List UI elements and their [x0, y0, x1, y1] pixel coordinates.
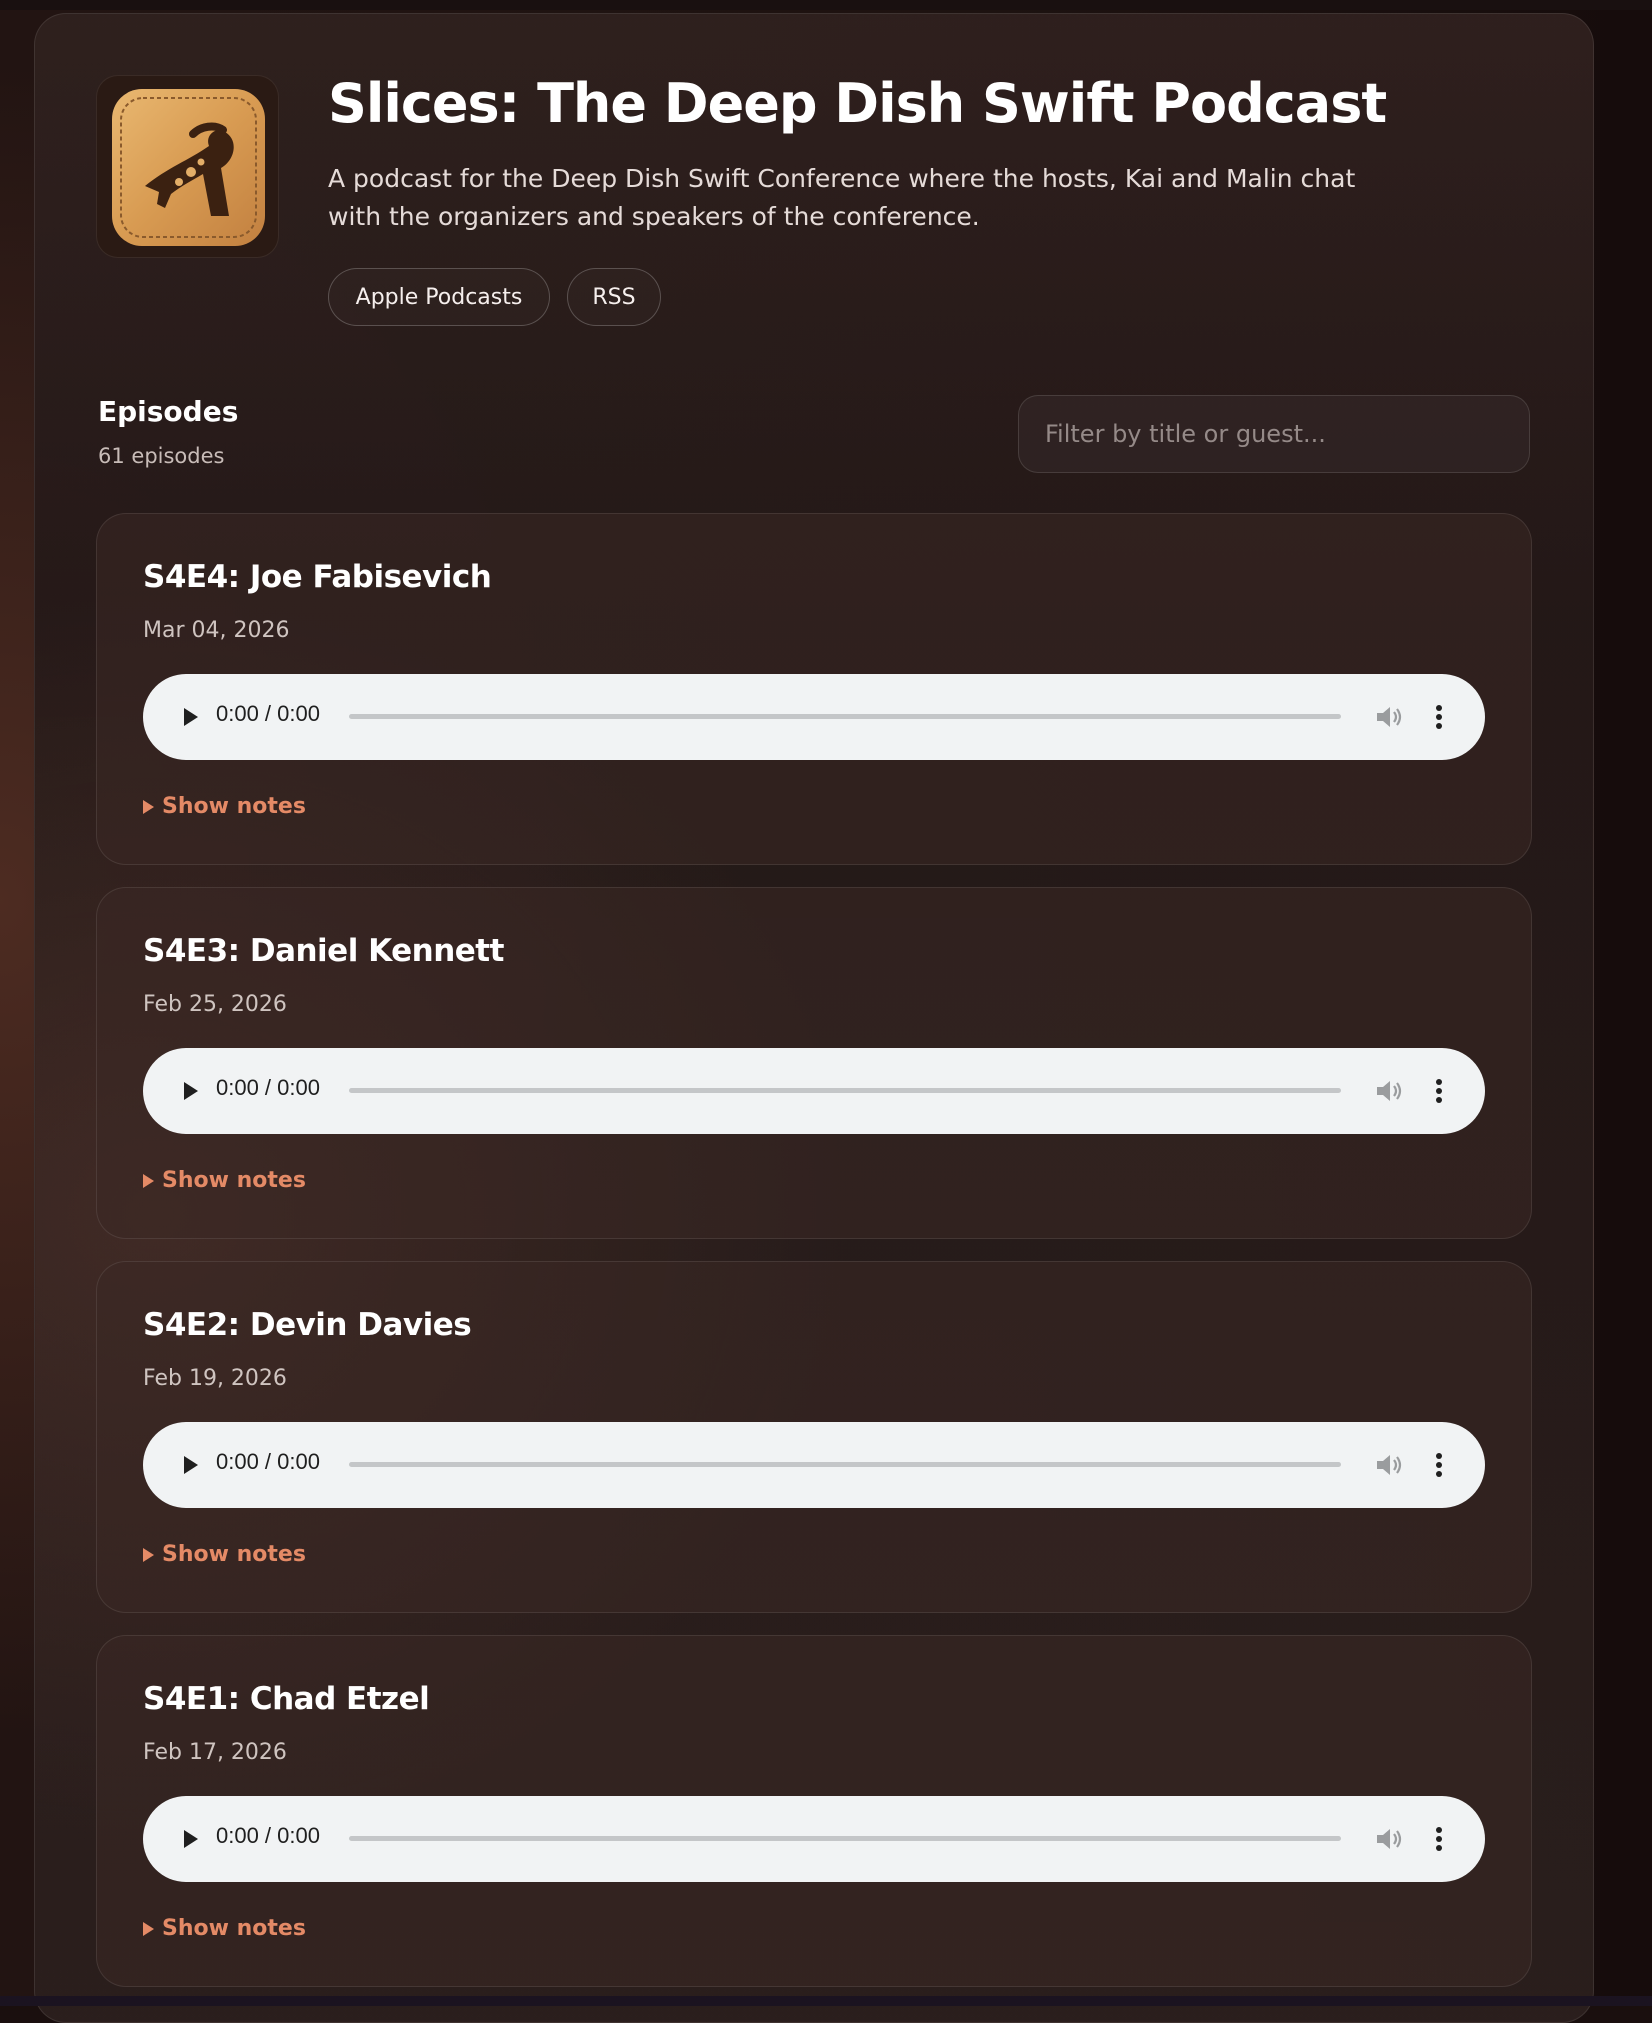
audio-player: 0:00 / 0:00	[143, 1422, 1485, 1508]
show-notes-label: Show notes	[162, 1168, 306, 1193]
episode-card: S4E4: Joe Fabisevich Mar 04, 2026 0:00 /…	[96, 513, 1532, 865]
audio-player: 0:00 / 0:00	[143, 1796, 1485, 1882]
episode-date: Feb 19, 2026	[143, 1366, 287, 1391]
more-options-button[interactable]	[1419, 1071, 1459, 1111]
volume-button[interactable]	[1369, 1445, 1409, 1485]
top-edge	[0, 0, 1652, 10]
episodes-heading: Episodes	[98, 395, 239, 428]
episodes-count: 61 episodes	[98, 444, 225, 468]
more-vertical-icon	[1436, 1079, 1442, 1103]
more-options-button[interactable]	[1419, 1445, 1459, 1485]
show-notes-toggle[interactable]: Show notes	[143, 1168, 306, 1193]
podcast-description: A podcast for the Deep Dish Swift Confer…	[328, 164, 1356, 231]
progress-bar[interactable]	[349, 714, 1341, 719]
episode-date: Feb 17, 2026	[143, 1740, 287, 1765]
play-button[interactable]	[171, 697, 211, 737]
show-notes-toggle[interactable]: Show notes	[143, 1916, 306, 1941]
episode-title: S4E3: Daniel Kennett	[143, 933, 504, 969]
playback-time: 0:00 / 0:00	[216, 1449, 320, 1474]
show-notes-label: Show notes	[162, 1916, 306, 1941]
show-notes-toggle[interactable]: Show notes	[143, 794, 306, 819]
volume-icon	[1377, 707, 1402, 727]
episode-title: S4E4: Joe Fabisevich	[143, 559, 492, 595]
bottom-edge	[0, 1996, 1652, 2006]
more-options-button[interactable]	[1419, 1819, 1459, 1859]
progress-bar[interactable]	[349, 1088, 1341, 1093]
episode-title: S4E2: Devin Davies	[143, 1307, 472, 1343]
volume-button[interactable]	[1369, 697, 1409, 737]
episode-card: S4E1: Chad Etzel Feb 17, 2026 0:00 / 0:0…	[96, 1635, 1532, 1987]
volume-icon	[1377, 1829, 1402, 1849]
playback-time: 0:00 / 0:00	[216, 701, 320, 726]
play-icon	[184, 1830, 198, 1848]
episode-card: S4E3: Daniel Kennett Feb 25, 2026 0:00 /…	[96, 887, 1532, 1239]
audio-player: 0:00 / 0:00	[143, 1048, 1485, 1134]
show-notes-label: Show notes	[162, 1542, 306, 1567]
show-notes-toggle[interactable]: Show notes	[143, 1542, 306, 1567]
disclosure-triangle-icon	[143, 1921, 154, 1936]
play-button[interactable]	[171, 1071, 211, 1111]
more-vertical-icon	[1436, 705, 1442, 729]
disclosure-triangle-icon	[143, 1547, 154, 1562]
volume-icon	[1377, 1081, 1402, 1101]
progress-bar[interactable]	[349, 1836, 1341, 1841]
disclosure-triangle-icon	[143, 799, 154, 814]
filter-input[interactable]	[1018, 395, 1530, 473]
episode-card: S4E2: Devin Davies Feb 19, 2026 0:00 / 0…	[96, 1261, 1532, 1613]
more-vertical-icon	[1436, 1827, 1442, 1851]
show-notes-label: Show notes	[162, 794, 306, 819]
volume-icon	[1377, 1455, 1402, 1475]
play-icon	[184, 708, 198, 726]
play-button[interactable]	[171, 1445, 211, 1485]
audio-player: 0:00 / 0:00	[143, 674, 1485, 760]
playback-time: 0:00 / 0:00	[216, 1823, 320, 1848]
apple-podcasts-button[interactable]: Apple Podcasts	[328, 268, 550, 326]
rss-button[interactable]: RSS	[567, 268, 661, 326]
play-button[interactable]	[171, 1819, 211, 1859]
episode-date: Feb 25, 2026	[143, 992, 287, 1017]
volume-button[interactable]	[1369, 1071, 1409, 1111]
episode-title: S4E1: Chad Etzel	[143, 1681, 430, 1717]
more-vertical-icon	[1436, 1453, 1442, 1477]
more-options-button[interactable]	[1419, 697, 1459, 737]
volume-button[interactable]	[1369, 1819, 1409, 1859]
episode-date: Mar 04, 2026	[143, 618, 290, 643]
playback-time: 0:00 / 0:00	[216, 1075, 320, 1100]
pizza-slice-logo-icon	[112, 89, 265, 246]
play-icon	[184, 1082, 198, 1100]
disclosure-triangle-icon	[143, 1173, 154, 1188]
podcast-artwork	[96, 75, 279, 258]
podcast-title: Slices: The Deep Dish Swift Podcast	[328, 72, 1387, 135]
progress-bar[interactable]	[349, 1462, 1341, 1467]
play-icon	[184, 1456, 198, 1474]
